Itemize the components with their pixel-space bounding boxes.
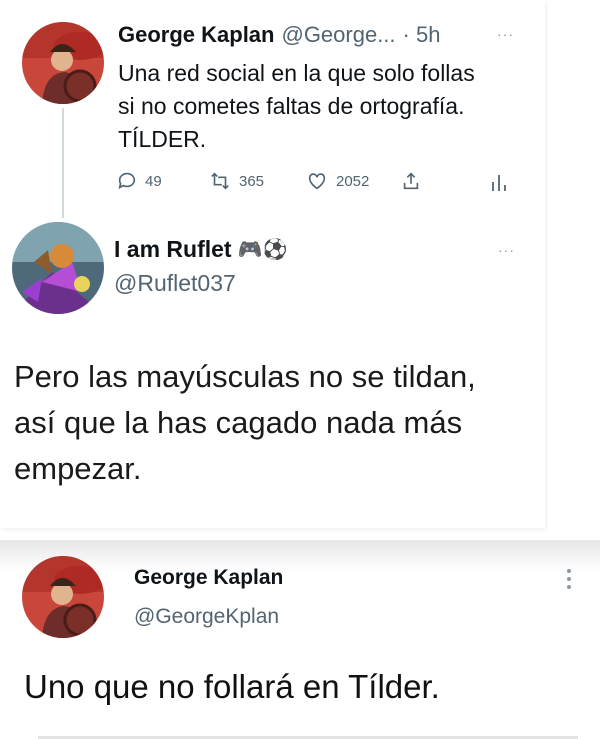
author-handle[interactable]: @George... <box>281 22 395 48</box>
tweet-body: Uno que no follará en Tílder. <box>24 668 440 705</box>
tweet-line: TÍLDER. <box>118 126 207 152</box>
analytics-icon <box>492 175 506 191</box>
author-handle[interactable]: @Ruflet037 <box>114 270 236 297</box>
author-name[interactable]: I am Ruflet <box>114 236 232 263</box>
tweet-line: Pero las mayúsculas no se tildan, <box>14 359 476 394</box>
heart-icon <box>308 173 326 190</box>
author-name[interactable]: George Kaplan <box>118 22 274 48</box>
like-button[interactable]: 2052 <box>305 170 369 192</box>
tweet-line: Una red social en la que solo follas <box>118 60 475 86</box>
tweet-line: así que la has cagado nada más <box>14 405 463 440</box>
reply-count: 49 <box>145 172 162 190</box>
tweet-body: Una red social en la que solo follas si … <box>118 57 548 156</box>
retweet-icon <box>211 172 229 190</box>
tweet-line: empezar. <box>14 451 142 486</box>
retweet-count: 365 <box>239 172 265 190</box>
george-kaplan-avatar[interactable] <box>22 22 104 104</box>
author-emojis: 🎮⚽ <box>237 239 288 261</box>
like-count: 2052 <box>336 172 370 190</box>
tweet-time[interactable]: · 5h <box>403 22 441 48</box>
tweet-line: si no cometes faltas de ortografía. <box>118 93 465 119</box>
george-kaplan-avatar[interactable] <box>22 556 104 638</box>
thread-line <box>62 108 64 218</box>
author-handle[interactable]: @GeorgeKplan <box>134 605 279 629</box>
author-name[interactable]: George Kaplan <box>134 566 283 590</box>
share-button[interactable] <box>400 170 422 192</box>
more-options-icon[interactable]: ··· <box>497 26 514 42</box>
reply-button[interactable]: 49 <box>116 170 162 192</box>
share-icon <box>403 172 419 190</box>
retweet-button[interactable]: 365 <box>208 170 264 192</box>
reply-icon <box>118 172 136 189</box>
ruflet-avatar[interactable] <box>12 222 104 314</box>
kebab-menu-icon[interactable] <box>566 568 572 590</box>
analytics-button[interactable] <box>490 172 508 192</box>
tweet-body: Pero las mayúsculas no se tildan, así qu… <box>14 354 539 492</box>
more-options-icon[interactable]: ··· <box>498 242 515 258</box>
